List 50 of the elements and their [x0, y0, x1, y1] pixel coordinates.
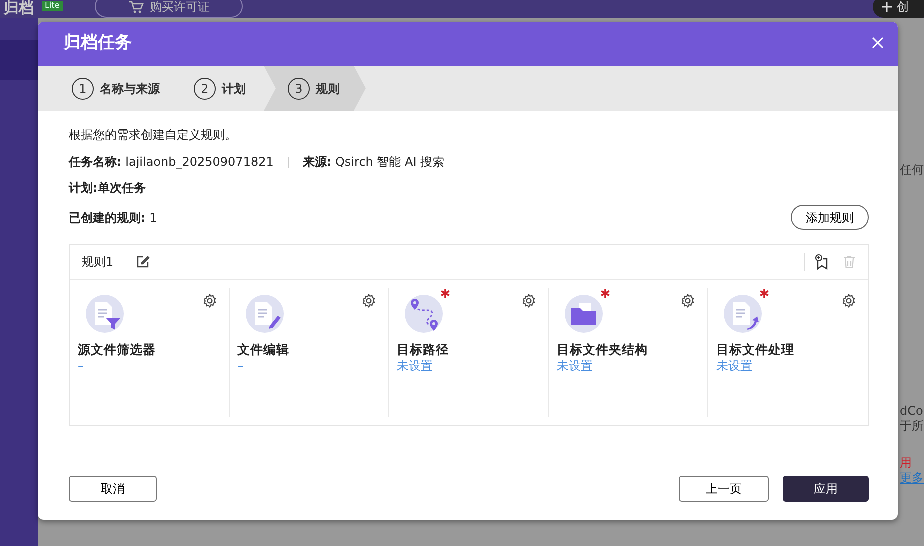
intro-text: 根据您的需求创建自定义规则。 — [69, 127, 238, 143]
task-name-text: 任务名称: lajilaonb_202509071821 — [69, 154, 274, 170]
status-text: 未设置 — [716, 358, 754, 374]
step-title: 文件编辑 — [238, 342, 291, 358]
edit-icon — [136, 255, 150, 269]
bookmark-plus-icon — [815, 254, 829, 270]
edition-badge: Lite — [42, 1, 63, 11]
cart-icon — [128, 0, 144, 14]
status-text: 未设置 — [397, 358, 434, 374]
folder-icon — [564, 294, 604, 334]
source-text: 来源: Qsirch 智能 AI 搜索 — [302, 154, 445, 170]
route-icon — [404, 294, 444, 334]
close-button[interactable] — [872, 37, 886, 51]
filter-document-icon — [85, 294, 125, 334]
status-text: 未设置 — [556, 358, 594, 374]
background-text: 用 — [900, 456, 912, 471]
dialog-title: 归档任务 — [64, 32, 132, 56]
settings-button[interactable] — [681, 294, 696, 308]
buy-license-button[interactable]: 购买许可证 — [95, 0, 243, 18]
step-tab[interactable]: 2 计划 — [182, 66, 260, 111]
apply-button[interactable]: 应用 — [783, 476, 869, 502]
step-title: 源文件筛选器 — [78, 342, 157, 358]
close-icon — [872, 37, 884, 49]
settings-button[interactable] — [362, 294, 376, 308]
background-text: 于所 — [900, 419, 924, 434]
background-text: 任何 — [900, 163, 924, 178]
settings-button[interactable] — [842, 294, 856, 308]
step-tab[interactable]: 3 规则 — [264, 66, 366, 111]
schedule-text: 计划:单次任务 — [69, 180, 147, 196]
plus-icon — [881, 1, 893, 13]
rule-name: 规则1 — [82, 254, 114, 271]
status-text: – — [238, 358, 245, 374]
edit-document-icon — [244, 294, 285, 334]
rules-count-text: 已创建的规则: 1 — [69, 210, 158, 226]
step-title: 目标文件夹结构 — [556, 342, 649, 358]
step-tab[interactable]: 1 名称与来源 — [60, 66, 174, 111]
app-title: 归档 — [4, 0, 34, 17]
back-button[interactable]: 上一页 — [679, 476, 769, 502]
step-title: 目标路径 — [397, 342, 450, 358]
settings-button[interactable] — [202, 294, 217, 308]
trash-icon — [843, 255, 856, 269]
cancel-button[interactable]: 取消 — [69, 476, 157, 502]
settings-button[interactable] — [522, 294, 536, 308]
edit-button[interactable] — [136, 255, 150, 269]
background-text: dCo — [900, 404, 924, 419]
step-title: 目标文件处理 — [716, 342, 796, 358]
add-rule-button[interactable]: 添加规则 — [791, 205, 869, 230]
create-button[interactable]: 创 — [873, 0, 924, 18]
copy-rule-button[interactable] — [815, 254, 829, 270]
status-text: – — [78, 358, 85, 374]
